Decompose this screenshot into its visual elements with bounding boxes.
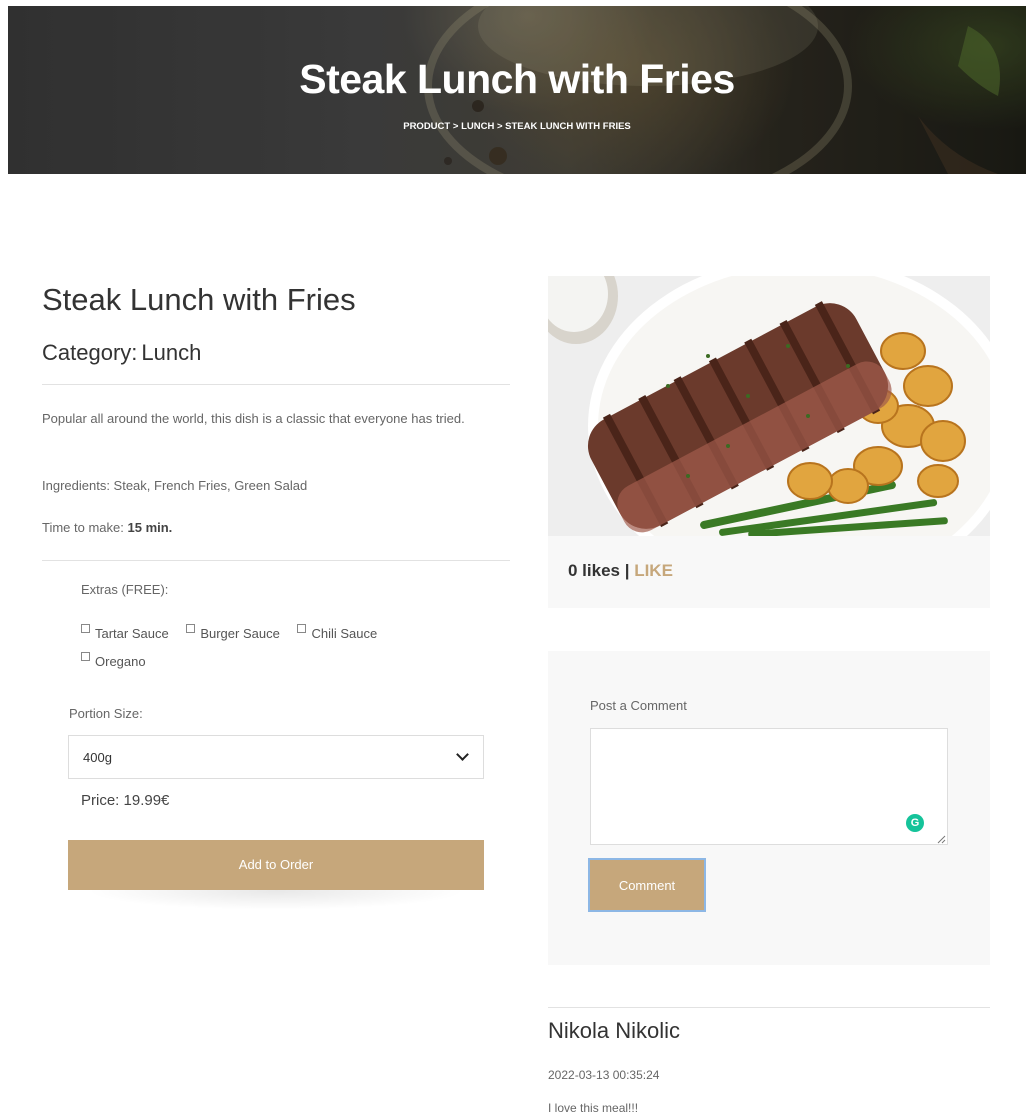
product-time: Time to make: 15 min. [42,520,172,535]
extra-tartar-sauce[interactable]: Tartar Sauce [81,620,169,648]
comment-author: Nikola Nikolic [548,1018,681,1043]
extras-list: Tartar Sauce Burger Sauce Chili Sauce Or… [81,620,461,676]
comment-date: 2022-03-13 00:35:24 [548,1068,660,1082]
grammarly-icon[interactable]: G [906,814,924,832]
product-category: Category: Lunch [42,340,201,366]
product-ingredients: Ingredients: Steak, French Fries, Green … [42,478,308,493]
resize-handle-icon[interactable] [936,834,946,844]
comment-text: I love this meal!!! [548,1101,639,1115]
checkbox[interactable] [297,624,307,633]
breadcrumb-item-product[interactable]: PRODUCT [403,121,450,132]
price: Price: 19.99€ [81,792,170,809]
comment-label: Post a Comment [590,698,687,713]
steak-fries-photo [548,276,990,536]
extra-label: Oregano [95,654,146,669]
hero-title: Steak Lunch with Fries [299,56,735,102]
comment-textarea[interactable] [590,728,948,845]
extra-burger-sauce[interactable]: Burger Sauce [186,620,280,648]
like-button[interactable]: LIKE [634,561,673,580]
extra-chili-sauce[interactable]: Chili Sauce [297,620,377,648]
chevron-down-icon [456,748,469,761]
portion-size-value: 400g [83,749,112,765]
breadcrumb-item-lunch[interactable]: LUNCH [461,121,494,132]
extras-label: Extras (FREE): [81,582,169,597]
category-label: Category: [42,340,138,365]
product-description: Popular all around the world, this dish … [42,411,465,426]
category-value: Lunch [141,340,202,365]
checkbox[interactable] [186,624,196,633]
portion-size-label: Portion Size: [69,706,143,721]
checkbox[interactable] [81,624,90,633]
product-title: Steak Lunch with Fries [42,282,356,317]
breadcrumb-separator: > [452,121,459,132]
extra-label: Tartar Sauce [95,626,169,641]
extra-label: Burger Sauce [200,626,280,641]
comment-submit-button[interactable]: Comment [588,858,706,912]
breadcrumb-separator: > [496,121,503,132]
time-label: Time to make: [42,520,124,535]
divider [548,1007,990,1008]
time-value: 15 min. [127,520,173,535]
portion-size-select[interactable]: 400g [68,735,484,779]
product-image [548,276,990,536]
divider [42,560,510,561]
extra-label: Chili Sauce [311,626,378,641]
hero-banner: Steak Lunch with Fries PRODUCT > LUNCH >… [8,6,1026,174]
likes: 0 likes | LIKE [568,561,673,581]
extra-oregano[interactable]: Oregano [81,648,146,676]
breadcrumb: PRODUCT > LUNCH > STEAK LUNCH WITH FRIES [8,121,1026,132]
likes-count: 0 likes | [568,561,630,580]
breadcrumb-item-current: STEAK LUNCH WITH FRIES [505,121,631,132]
add-to-order-button[interactable]: Add to Order [68,840,484,890]
divider [42,384,510,385]
checkbox[interactable] [81,652,90,661]
